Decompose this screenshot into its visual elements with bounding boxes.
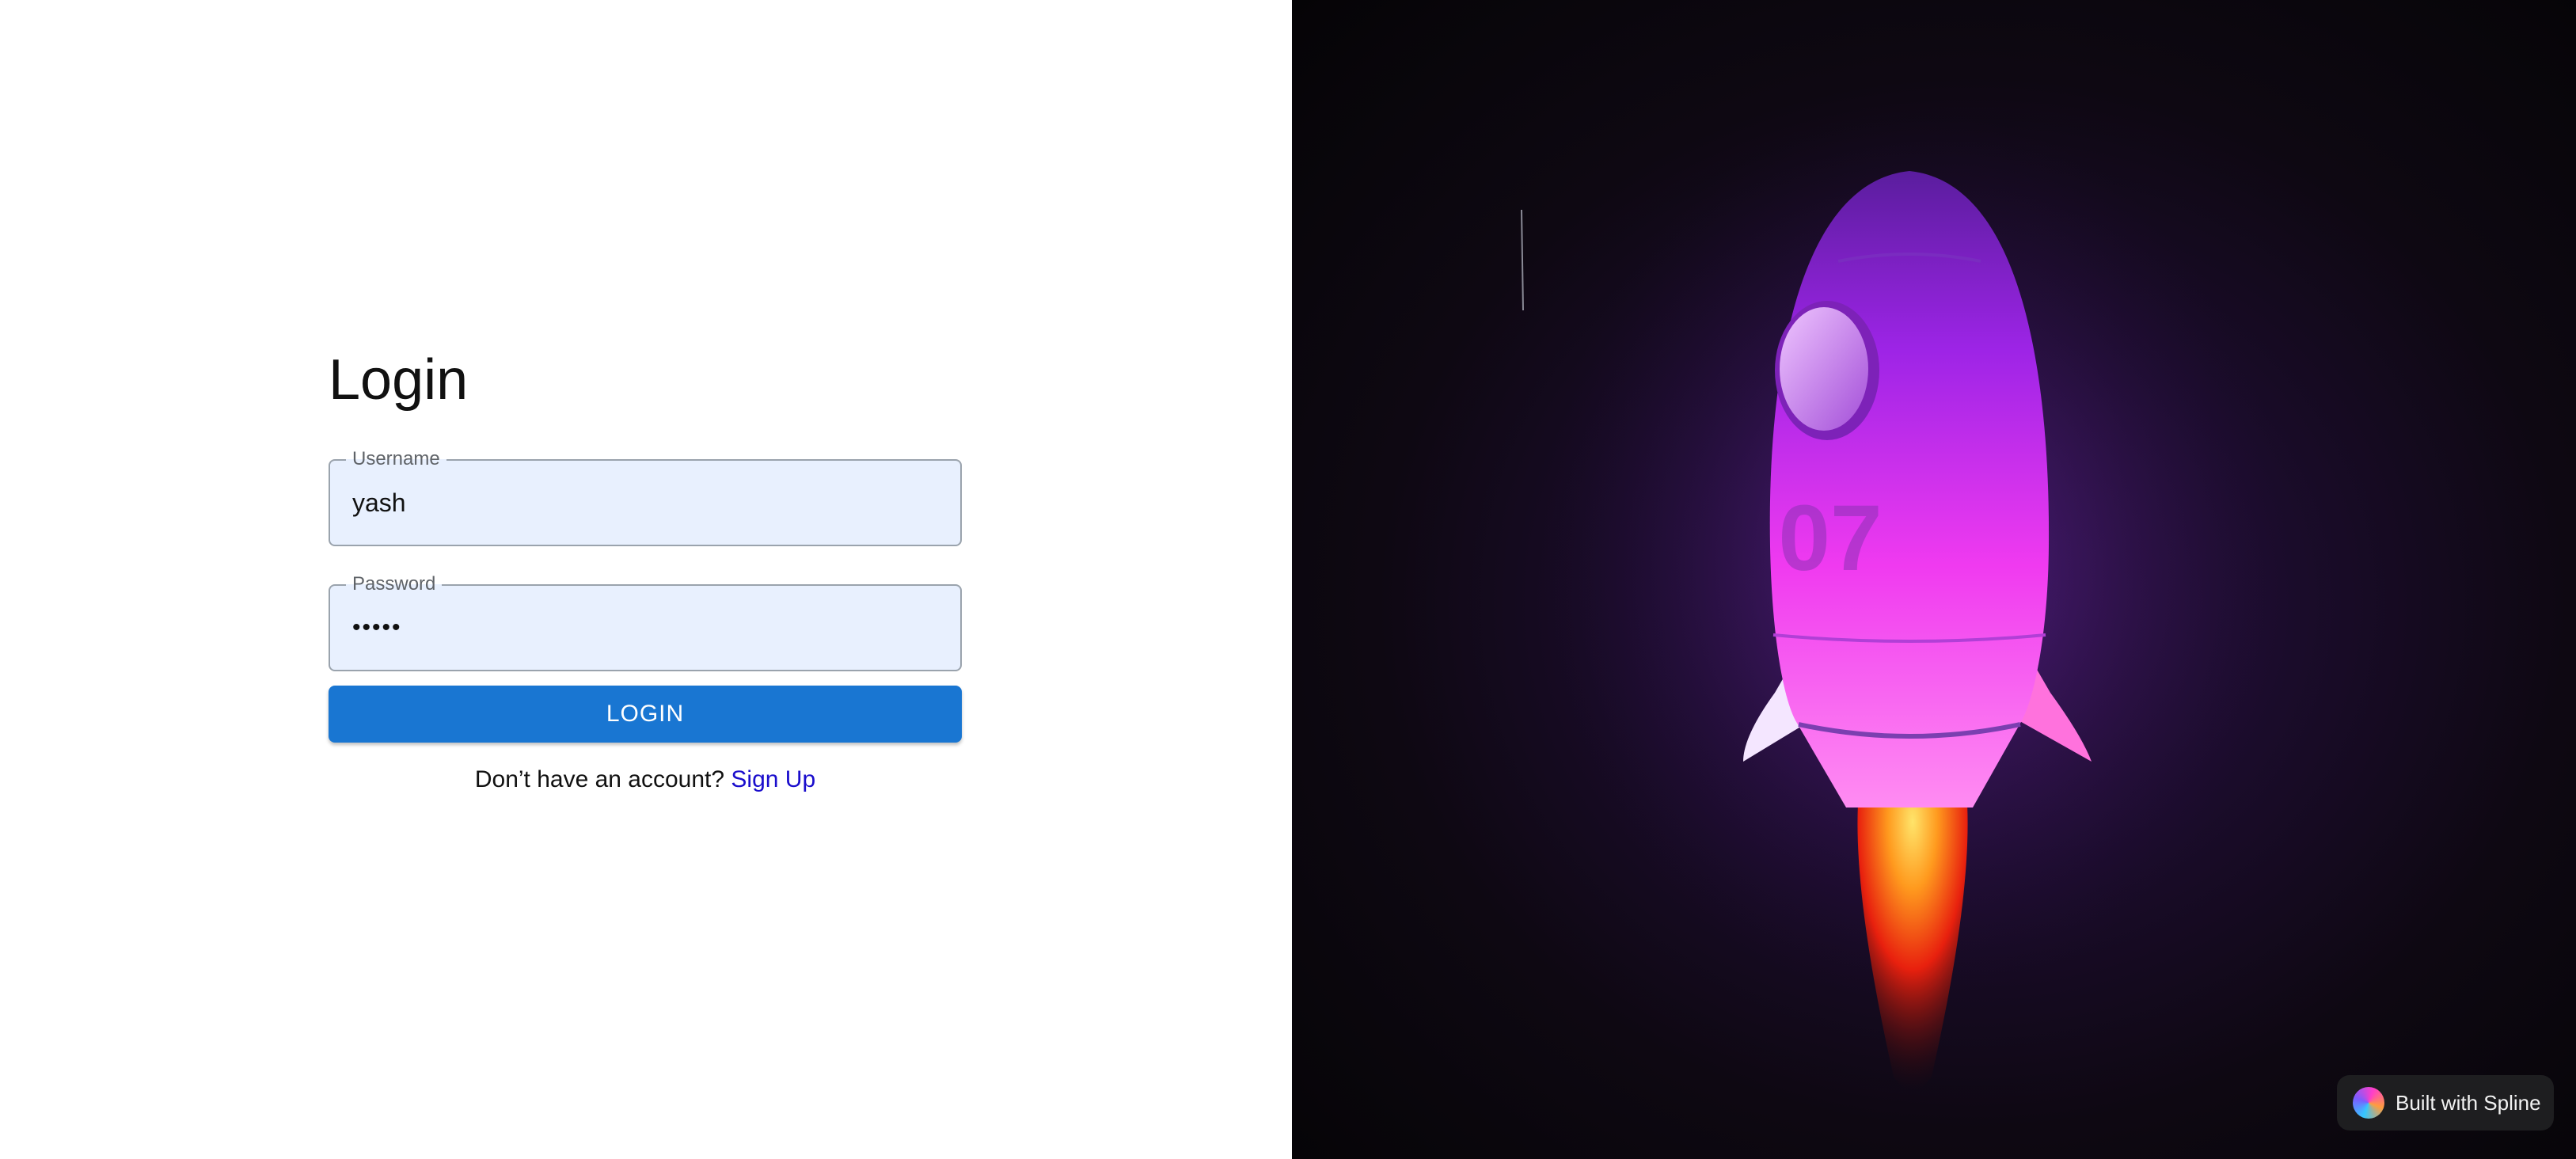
star-streak	[1521, 209, 1524, 311]
login-form: Login Username Password LOGIN Don’t have…	[329, 340, 962, 793]
spline-logo-icon	[2353, 1087, 2384, 1119]
login-button[interactable]: LOGIN	[329, 686, 962, 743]
username-field[interactable]: Username	[329, 448, 962, 546]
built-with-spline-badge[interactable]: Built with Spline	[2337, 1075, 2554, 1130]
spline-badge-text: Built with Spline	[2396, 1090, 2541, 1115]
signup-link[interactable]: Sign Up	[731, 766, 815, 792]
signup-prompt-text: Don’t have an account?	[474, 766, 725, 792]
rocket-number: 07	[1778, 486, 1882, 591]
signup-prompt: Don’t have an account? Sign Up	[329, 766, 962, 793]
password-field[interactable]: Password	[329, 573, 962, 671]
page-title: Login	[329, 348, 469, 412]
password-input[interactable]	[352, 586, 938, 670]
rocket-illustration-panel[interactable]: 07 Built with Spline	[1292, 0, 2576, 1159]
username-input[interactable]	[352, 461, 938, 545]
rocket-flame	[1857, 792, 1968, 1091]
rocket-illustration: 07	[1521, 111, 2286, 1091]
login-panel: Login Username Password LOGIN Don’t have…	[0, 0, 1292, 1159]
rocket-window	[1780, 307, 1868, 431]
